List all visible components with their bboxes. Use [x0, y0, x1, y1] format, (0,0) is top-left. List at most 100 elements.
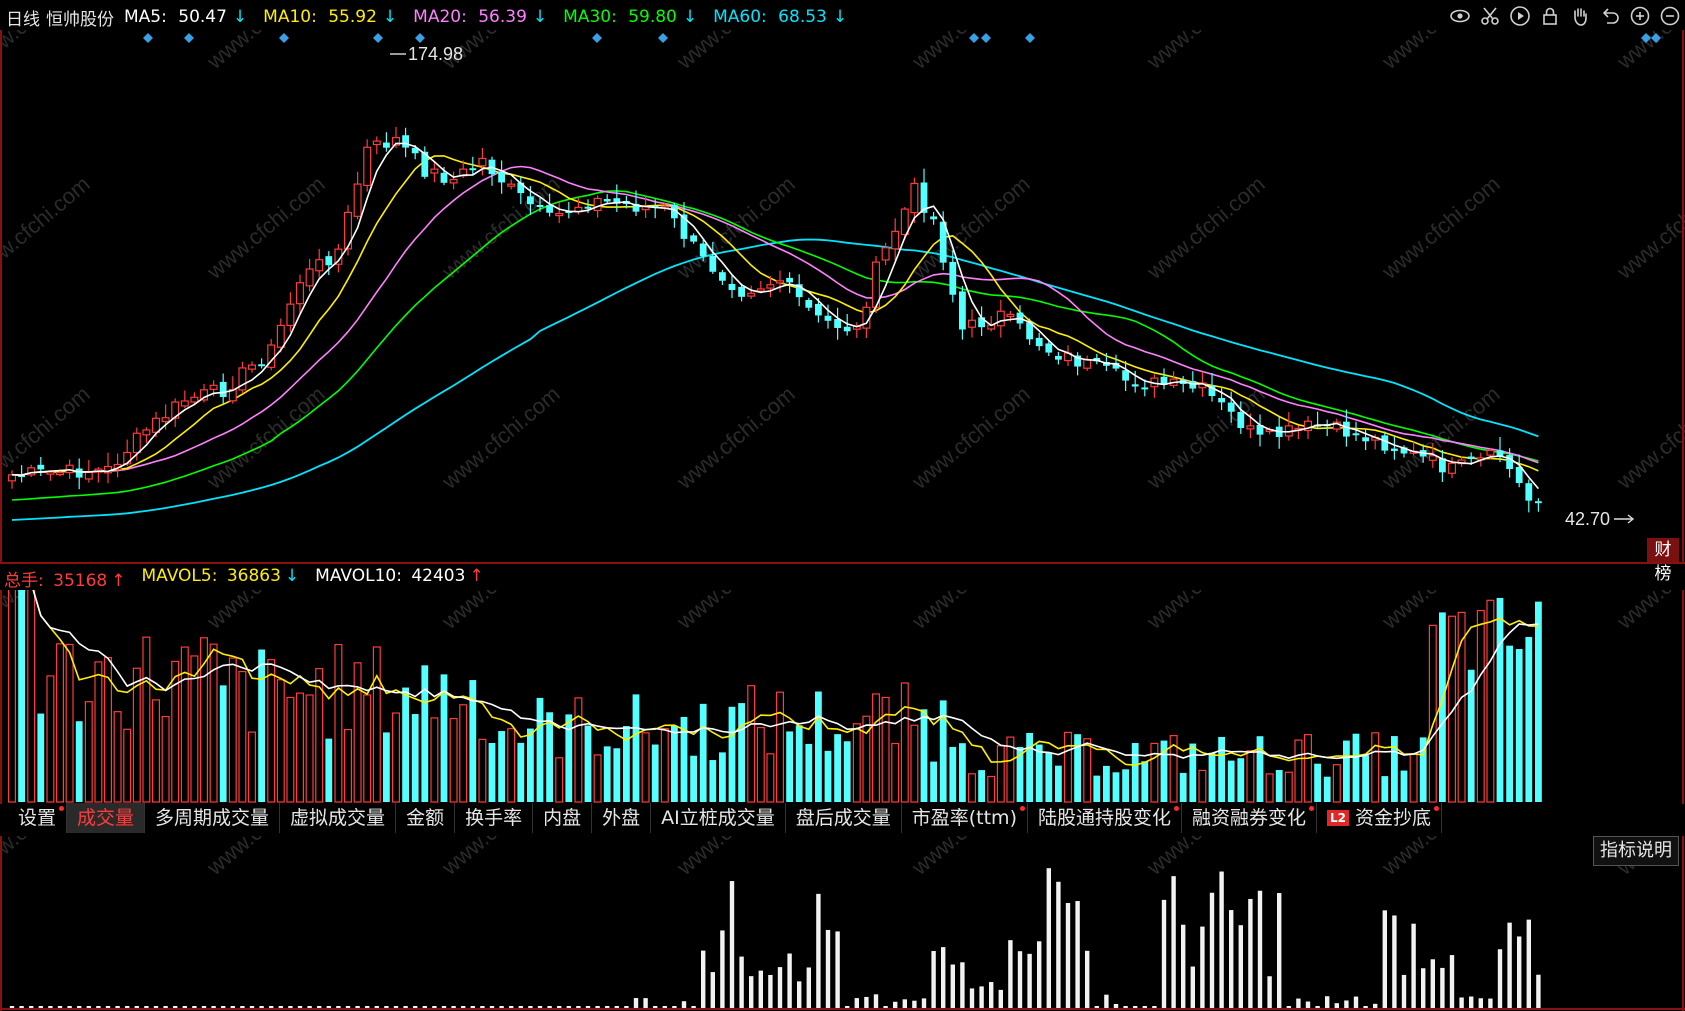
volume-bar-up[interactable] — [1198, 769, 1207, 803]
eye-icon[interactable] — [1449, 5, 1471, 27]
volume-bar-down[interactable] — [527, 728, 534, 802]
volume-bar-down[interactable] — [824, 750, 832, 802]
scissors-icon[interactable] — [1479, 5, 1501, 27]
candle-body-up[interactable] — [152, 417, 161, 433]
volume-bar-up[interactable] — [871, 693, 880, 803]
volume-bar-down[interactable] — [75, 721, 83, 802]
volume-bar-up[interactable] — [296, 692, 305, 803]
candle-body-down[interactable] — [1218, 397, 1225, 403]
volume-bar-up[interactable] — [1409, 753, 1418, 803]
candle-body-down[interactable] — [1525, 483, 1533, 501]
tab-3[interactable]: 虚拟成交量 — [280, 803, 397, 833]
volume-bar-up[interactable] — [507, 728, 516, 803]
candle-body-up[interactable] — [161, 417, 170, 423]
volume-bar-up[interactable] — [65, 643, 74, 803]
candle-body-down[interactable] — [949, 261, 957, 295]
volume-bar-up[interactable] — [910, 724, 919, 803]
volume-bar-up[interactable] — [430, 717, 439, 803]
event-diamond[interactable] — [415, 33, 425, 43]
tab-11[interactable]: 陆股通持股变化 — [1028, 803, 1182, 833]
candle-body-up[interactable] — [996, 310, 1005, 327]
candle-body-down[interactable] — [1141, 387, 1149, 390]
candle-body-down[interactable] — [930, 216, 937, 220]
candle-body-down[interactable] — [1391, 448, 1398, 451]
volume-bar-up[interactable] — [123, 728, 132, 803]
volume-bar-up[interactable] — [1246, 750, 1255, 803]
volume-bar-down[interactable] — [949, 746, 957, 802]
candle-body-down[interactable] — [690, 235, 697, 242]
volume-bar-down[interactable] — [517, 742, 525, 802]
candle-body-down[interactable] — [738, 286, 745, 297]
volume-bar-down[interactable] — [632, 694, 640, 802]
candle-body-up[interactable] — [1486, 449, 1495, 456]
volume-bar-up[interactable] — [891, 742, 900, 803]
candle-body-up[interactable] — [286, 303, 295, 326]
candle-body-up[interactable] — [248, 364, 257, 370]
volume-bar-down[interactable] — [1237, 758, 1245, 802]
candle-body-up[interactable] — [372, 140, 381, 146]
candle-body-up[interactable] — [1083, 359, 1092, 369]
candle-body-up[interactable] — [1246, 425, 1255, 430]
volume-bar-up[interactable] — [1371, 732, 1380, 803]
candle-body-up[interactable] — [305, 268, 314, 287]
volume-bar-down[interactable] — [1400, 770, 1408, 802]
tab-9[interactable]: 盘后成交量 — [786, 803, 902, 833]
volume-bar-down[interactable] — [1323, 776, 1331, 802]
volume-bar-down[interactable] — [1362, 755, 1369, 802]
candle-body-up[interactable] — [315, 259, 324, 272]
volume-bar-down[interactable] — [1074, 734, 1081, 802]
volume-bars[interactable] — [8, 590, 1542, 803]
candle-body-down[interactable] — [1055, 355, 1062, 360]
event-diamond[interactable] — [592, 33, 602, 43]
volume-bar-down[interactable] — [1535, 601, 1542, 802]
candle-body-up[interactable] — [142, 429, 151, 436]
volume-bar-up[interactable] — [267, 659, 276, 803]
candle-body-up[interactable] — [84, 471, 93, 480]
candle-body-down[interactable] — [402, 135, 409, 148]
candle-body-down[interactable] — [843, 326, 851, 332]
candle-body-up[interactable] — [881, 247, 890, 261]
candle-body-up[interactable] — [8, 474, 17, 482]
event-diamond[interactable] — [184, 33, 194, 43]
candle-body-down[interactable] — [805, 299, 813, 308]
tab-5[interactable]: 换手率 — [455, 803, 534, 833]
volume-bar-down[interactable] — [709, 760, 717, 802]
candle-body-down[interactable] — [1381, 435, 1389, 451]
volume-bar-down[interactable] — [1506, 645, 1513, 802]
candle-body-down[interactable] — [1362, 437, 1369, 442]
candle-body-up[interactable] — [478, 157, 487, 167]
volume-bar-down[interactable] — [1352, 733, 1360, 802]
volume-bar-down[interactable] — [834, 734, 841, 802]
volume-bar-up[interactable] — [84, 701, 93, 803]
candle-body-down[interactable] — [1045, 343, 1053, 353]
volume-bar-down[interactable] — [325, 738, 333, 802]
candle-body-down[interactable] — [709, 255, 717, 272]
volume-bar-up[interactable] — [103, 656, 112, 803]
volume-bar-down[interactable] — [1103, 765, 1110, 802]
tab-1[interactable]: 成交量 — [67, 803, 146, 833]
volume-bar-down[interactable] — [1093, 775, 1101, 802]
volume-bar-up[interactable] — [478, 738, 487, 803]
volume-bar-up[interactable] — [334, 643, 343, 803]
volume-bar-up[interactable] — [1428, 624, 1437, 803]
volume-bar-up[interactable] — [55, 643, 64, 803]
tab-0[interactable]: 设置 — [8, 803, 68, 833]
volume-bar-down[interactable] — [584, 725, 592, 802]
volume-bar-up[interactable] — [641, 732, 650, 803]
tab-12[interactable]: 融资融券变化 — [1182, 803, 1318, 833]
volume-bar-down[interactable] — [258, 649, 265, 802]
volume-bar-up[interactable] — [862, 715, 871, 803]
volume-bar-down[interactable] — [1026, 732, 1033, 802]
volume-bar-down[interactable] — [1141, 761, 1149, 802]
candle-body-up[interactable] — [747, 292, 756, 297]
candle-body-up[interactable] — [766, 284, 775, 289]
candle-body-up[interactable] — [430, 168, 439, 174]
volume-bar-down[interactable] — [603, 746, 611, 802]
candle-body-up[interactable] — [449, 178, 458, 184]
volume-bar-down[interactable] — [219, 685, 227, 802]
volume-bar-up[interactable] — [152, 699, 161, 803]
volume-bar-down[interactable] — [565, 714, 573, 802]
volume-bar-down[interactable] — [719, 752, 726, 802]
volume-bar-up[interactable] — [228, 657, 237, 803]
volume-bar-down[interactable] — [1496, 597, 1504, 802]
